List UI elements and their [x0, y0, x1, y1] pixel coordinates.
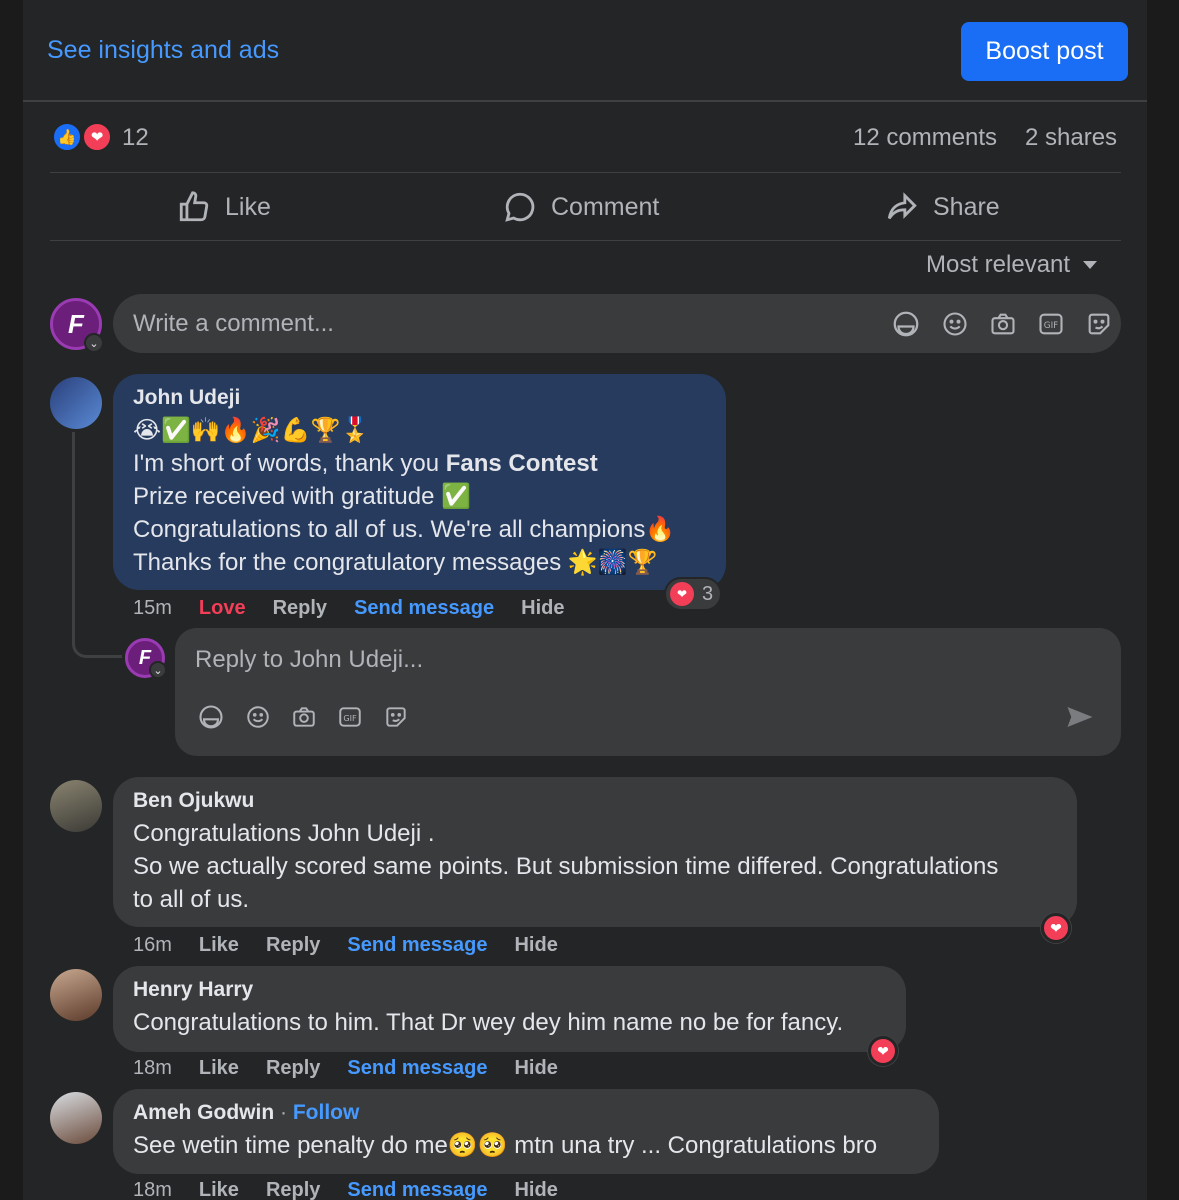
comment-time[interactable]: 18m — [133, 1179, 172, 1200]
send-message-button[interactable]: Send message — [354, 597, 494, 620]
love-icon: ❤ — [82, 122, 112, 152]
like-icon: 👍 — [52, 122, 82, 152]
share-icon — [887, 192, 917, 220]
comment-time[interactable]: 15m — [133, 597, 172, 620]
follow-button[interactable]: Follow — [293, 1101, 360, 1124]
hide-button[interactable]: Hide — [514, 1057, 557, 1080]
reply-button[interactable]: Reply — [273, 597, 327, 620]
emoji-icon[interactable] — [245, 704, 271, 730]
chevron-down-icon[interactable]: ⌄ — [84, 333, 104, 353]
hide-button[interactable]: Hide — [521, 597, 564, 620]
comment-text: to all of us. — [133, 886, 250, 913]
sort-dropdown[interactable]: Most relevant — [926, 251, 1098, 279]
reaction-count[interactable]: 12 — [122, 124, 149, 152]
reply-button[interactable]: Reply — [266, 1057, 320, 1080]
ameh-godwin-avatar[interactable] — [50, 1092, 102, 1144]
boost-post-button[interactable]: Boost post — [961, 22, 1128, 81]
like-label: Like — [225, 192, 271, 221]
reaction-badge[interactable]: ❤ 3 — [664, 577, 722, 611]
comment-author[interactable]: Henry Harry — [133, 978, 886, 1002]
ben-ojukwu-avatar[interactable] — [50, 780, 102, 832]
share-label: Share — [933, 192, 1000, 221]
love-icon[interactable]: ❤ — [868, 1036, 898, 1066]
hide-button[interactable]: Hide — [514, 1179, 557, 1200]
comment-actions: 16m Like Reply Send message Hide — [133, 934, 558, 957]
love-icon[interactable]: ❤ — [1041, 913, 1071, 943]
divider — [23, 100, 1147, 102]
camera-icon[interactable] — [291, 704, 317, 730]
comment-author-line: Ameh Godwin · Follow — [133, 1101, 919, 1125]
comments-count[interactable]: 12 comments — [853, 124, 997, 152]
comment-actions: 15m Love Reply Send message Hide — [133, 597, 564, 620]
like-button[interactable]: Like — [177, 186, 271, 228]
like-reaction-button[interactable]: Like — [199, 1057, 239, 1080]
comment-input[interactable]: Write a comment... GIF — [113, 294, 1121, 353]
comment-text: See wetin time penalty do me🥺🥺 mtn una t… — [133, 1132, 878, 1159]
gif-icon[interactable]: GIF — [337, 704, 363, 730]
see-insights-link[interactable]: See insights and ads — [47, 36, 279, 65]
love-icon: ❤ — [670, 582, 694, 606]
reply-input[interactable]: Reply to John Udeji... GIF — [175, 628, 1121, 756]
share-button[interactable]: Share — [885, 186, 1000, 228]
send-message-button[interactable]: Send message — [347, 1057, 487, 1080]
john-udeji-avatar[interactable] — [50, 377, 102, 429]
comment-bubble[interactable]: Ben Ojukwu Congratulations John Udeji . … — [113, 777, 1077, 927]
comment-text: I'm short of words, thank you Fans Conte… — [133, 450, 598, 477]
comment-icon — [505, 192, 535, 222]
send-message-button[interactable]: Send message — [347, 934, 487, 957]
comment-actions: 18m Like Reply Send message Hide — [133, 1179, 558, 1200]
reply-button[interactable]: Reply — [266, 1179, 320, 1200]
like-reaction-button[interactable]: Like — [199, 1179, 239, 1200]
comment-placeholder: Write a comment... — [133, 310, 334, 337]
comment-time[interactable]: 16m — [133, 934, 172, 957]
sticker-icon[interactable] — [1085, 310, 1113, 338]
comment-actions: 18m Like Reply Send message Hide — [133, 1057, 558, 1080]
camera-icon[interactable] — [989, 310, 1017, 338]
comment-text: So we actually scored same points. But s… — [133, 853, 999, 880]
separator: · — [274, 1101, 293, 1124]
comment-bubble[interactable]: Henry Harry Congratulations to him. That… — [113, 966, 906, 1052]
comment-bubble[interactable]: John Udeji 😭✅🙌🔥🎉💪🏆🎖️ I'm short of words,… — [113, 374, 726, 590]
comment-text: Thanks for the congratulatory messages 🌟… — [133, 549, 658, 576]
svg-text:GIF: GIF — [1044, 321, 1058, 331]
send-message-button[interactable]: Send message — [347, 1179, 487, 1200]
love-reaction-button[interactable]: Love — [199, 597, 246, 620]
comment-button[interactable]: Comment — [503, 186, 659, 228]
gif-icon[interactable]: GIF — [1037, 310, 1065, 338]
comment-bubble[interactable]: Ameh Godwin · Follow See wetin time pena… — [113, 1089, 939, 1174]
comment-author[interactable]: Ben Ojukwu — [133, 789, 1057, 813]
thumbs-up-icon — [179, 191, 209, 222]
emoji-icon[interactable] — [941, 310, 969, 338]
sort-label: Most relevant — [926, 251, 1071, 278]
sticker-icon[interactable] — [383, 704, 409, 730]
comment-emoji-line: 😭✅🙌🔥🎉💪🏆🎖️ — [133, 417, 371, 444]
hide-button[interactable]: Hide — [514, 934, 557, 957]
chevron-down-icon[interactable]: ⌄ — [149, 661, 167, 679]
like-reaction-button[interactable]: Like — [199, 934, 239, 957]
comment-text: Congratulations to all of us. We're all … — [133, 516, 676, 543]
svg-text:GIF: GIF — [343, 713, 357, 723]
shares-count[interactable]: 2 shares — [1025, 124, 1117, 152]
reaction-count: 3 — [702, 582, 714, 605]
comment-label: Comment — [551, 192, 660, 221]
mentioned-page[interactable]: Fans Contest — [446, 450, 598, 477]
divider — [50, 172, 1121, 173]
comment-text: Prize received with gratitude ✅ — [133, 483, 472, 510]
reply-button[interactable]: Reply — [266, 934, 320, 957]
send-icon[interactable] — [1065, 704, 1095, 730]
caret-down-icon — [1083, 261, 1098, 269]
divider — [50, 240, 1121, 241]
reply-placeholder: Reply to John Udeji... — [195, 646, 424, 673]
comment-text: Congratulations John Udeji . — [133, 820, 435, 847]
avatar-sticker-icon[interactable] — [891, 309, 921, 339]
henry-harry-avatar[interactable] — [50, 969, 102, 1021]
comment-author[interactable]: John Udeji — [133, 386, 706, 410]
comment-time[interactable]: 18m — [133, 1057, 172, 1080]
comment-text: Congratulations to him. That Dr wey dey … — [133, 1009, 844, 1036]
comment-author[interactable]: Ameh Godwin — [133, 1101, 274, 1124]
avatar-sticker-icon[interactable] — [197, 703, 225, 731]
